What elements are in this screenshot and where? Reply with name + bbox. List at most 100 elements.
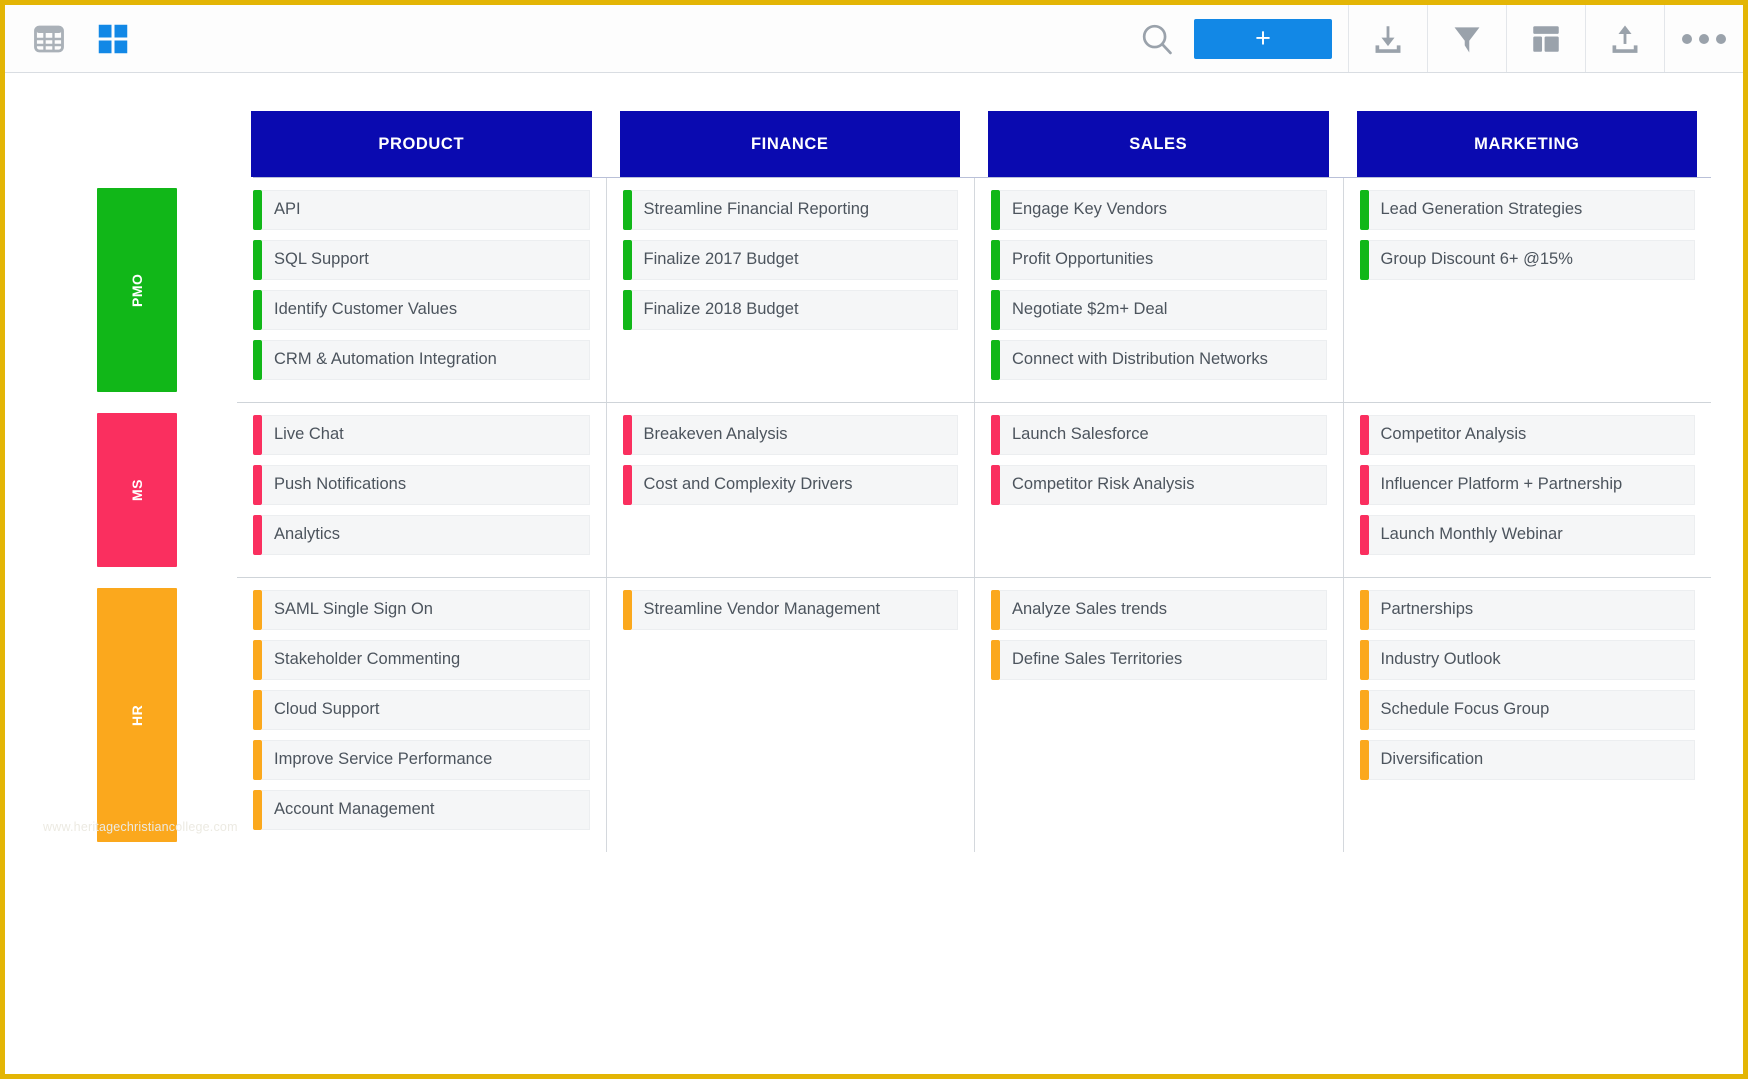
task-card[interactable]: Competitor Risk Analysis: [991, 465, 1327, 505]
task-card[interactable]: Stakeholder Commenting: [253, 640, 590, 680]
task-card-color-bar: [1359, 465, 1369, 505]
task-card[interactable]: CRM & Automation Integration: [253, 340, 590, 380]
task-card-color-bar: [622, 240, 632, 280]
task-card-color-bar: [991, 415, 1000, 455]
task-card-color-bar: [1359, 690, 1369, 730]
task-card[interactable]: Finalize 2017 Budget: [622, 240, 958, 280]
task-card[interactable]: Live Chat: [253, 415, 590, 455]
task-card[interactable]: Breakeven Analysis: [622, 415, 958, 455]
more-button[interactable]: [1664, 5, 1743, 72]
task-card-color-bar: [253, 190, 262, 230]
task-card[interactable]: SAML Single Sign On: [253, 590, 590, 630]
column-header-product[interactable]: PRODUCT: [237, 111, 606, 177]
task-card[interactable]: Launch Salesforce: [991, 415, 1327, 455]
more-icon: [1682, 33, 1726, 44]
download-button[interactable]: [1348, 5, 1427, 72]
task-card[interactable]: Improve Service Performance: [253, 740, 590, 780]
task-card-color-bar: [253, 290, 262, 330]
task-card[interactable]: API: [253, 190, 590, 230]
upload-button[interactable]: [1585, 5, 1664, 72]
board-cell: Analyze Sales trends Define Sales Territo…: [974, 578, 1343, 852]
board-row: HR SAML Single Sign On Stakeholder Comment…: [37, 577, 1711, 852]
board-cell: Competitor Analysis Influencer Platform +…: [1342, 403, 1712, 577]
task-card-label: Launch Salesforce: [1000, 415, 1327, 455]
task-card[interactable]: Launch Monthly Webinar: [1359, 515, 1695, 555]
task-card[interactable]: Negotiate $2m+ Deal: [991, 290, 1327, 330]
task-card-label: Streamline Financial Reporting: [631, 190, 958, 230]
task-card-label: Improve Service Performance: [262, 740, 590, 780]
row-label[interactable]: MS: [97, 413, 177, 567]
task-card[interactable]: Finalize 2018 Budget: [622, 290, 958, 330]
row-label[interactable]: PMO: [97, 188, 177, 392]
task-card-color-bar: [253, 790, 262, 830]
column-header-finance[interactable]: FINANCE: [606, 111, 975, 177]
task-card[interactable]: Cost and Complexity Drivers: [622, 465, 958, 505]
task-card-color-bar: [253, 340, 262, 380]
task-card[interactable]: Push Notifications: [253, 465, 590, 505]
task-card-label: Analytics: [262, 515, 590, 555]
row-label[interactable]: HR: [97, 588, 177, 842]
task-card-label: SAML Single Sign On: [262, 590, 590, 630]
task-card[interactable]: Identify Customer Values: [253, 290, 590, 330]
column-header-label: MARKETING: [1356, 111, 1697, 177]
upload-icon: [1612, 25, 1638, 53]
column-header-sales[interactable]: SALES: [974, 111, 1343, 177]
task-card[interactable]: Group Discount 6+ @15%: [1359, 240, 1695, 280]
task-card-label: Lead Generation Strategies: [1368, 190, 1695, 230]
board-cell: Streamline Vendor Management: [605, 578, 975, 852]
task-card-color-bar: [622, 590, 632, 630]
layout-button[interactable]: [1506, 5, 1585, 72]
task-card[interactable]: Streamline Vendor Management: [622, 590, 958, 630]
task-card[interactable]: Cloud Support: [253, 690, 590, 730]
board-cell: Live Chat Push Notifications Analytics: [237, 403, 606, 577]
task-card[interactable]: Engage Key Vendors: [991, 190, 1327, 230]
board-cell: Breakeven Analysis Cost and Complexity Dr…: [605, 403, 975, 577]
add-button[interactable]: +: [1194, 18, 1332, 59]
board-cell: Streamline Financial Reporting Finalize 2…: [605, 178, 975, 402]
task-card-color-bar: [253, 415, 262, 455]
task-card-color-bar: [991, 590, 1000, 630]
task-card[interactable]: Industry Outlook: [1359, 640, 1695, 680]
task-card[interactable]: Partnerships: [1359, 590, 1695, 630]
task-card-color-bar: [991, 340, 1000, 380]
row-label-cell: HR: [37, 578, 237, 852]
filter-button[interactable]: [1427, 5, 1506, 72]
search-button[interactable]: [1120, 5, 1194, 72]
column-header-marketing[interactable]: MARKETING: [1343, 111, 1712, 177]
task-card[interactable]: Analyze Sales trends: [991, 590, 1327, 630]
task-card[interactable]: Streamline Financial Reporting: [622, 190, 958, 230]
task-card-label: Identify Customer Values: [262, 290, 590, 330]
task-card[interactable]: Influencer Platform + Partnership: [1359, 465, 1695, 505]
task-card[interactable]: Lead Generation Strategies: [1359, 190, 1695, 230]
task-card-label: Negotiate $2m+ Deal: [1000, 290, 1327, 330]
task-card[interactable]: Schedule Focus Group: [1359, 690, 1695, 730]
task-card[interactable]: Competitor Analysis: [1359, 415, 1695, 455]
task-card-color-bar: [1359, 190, 1369, 230]
task-card-label: Influencer Platform + Partnership: [1368, 465, 1695, 505]
task-card-color-bar: [1359, 240, 1369, 280]
filter-icon: [1454, 26, 1480, 52]
board: PRODUCT FINANCE SALES MARKETING PMO API SQ…: [5, 73, 1743, 852]
task-card[interactable]: Analytics: [253, 515, 590, 555]
task-card-label: Competitor Analysis: [1368, 415, 1695, 455]
column-header-label: SALES: [988, 111, 1329, 177]
toolbar: +: [5, 5, 1743, 73]
task-card[interactable]: Diversification: [1359, 740, 1695, 780]
toolbar-right-group: +: [1120, 5, 1743, 72]
row-label-cell: PMO: [37, 178, 237, 402]
task-card-color-bar: [622, 465, 632, 505]
task-card-label: Connect with Distribution Networks: [1000, 340, 1327, 380]
task-card-label: Live Chat: [262, 415, 590, 455]
task-card-label: SQL Support: [262, 240, 590, 280]
task-card-label: Account Management: [262, 790, 590, 830]
board-view-icon[interactable]: [95, 21, 131, 57]
task-card[interactable]: SQL Support: [253, 240, 590, 280]
task-card[interactable]: Define Sales Territories: [991, 640, 1327, 680]
table-view-icon[interactable]: [31, 21, 67, 57]
task-card-color-bar: [991, 240, 1000, 280]
task-card[interactable]: Profit Opportunities: [991, 240, 1327, 280]
task-card[interactable]: Account Management: [253, 790, 590, 830]
task-card[interactable]: Connect with Distribution Networks: [991, 340, 1327, 380]
task-card-label: Cost and Complexity Drivers: [631, 465, 958, 505]
app-window: + PRODUCT FINANCE SALES MARKETING PMO AP…: [0, 0, 1748, 1079]
